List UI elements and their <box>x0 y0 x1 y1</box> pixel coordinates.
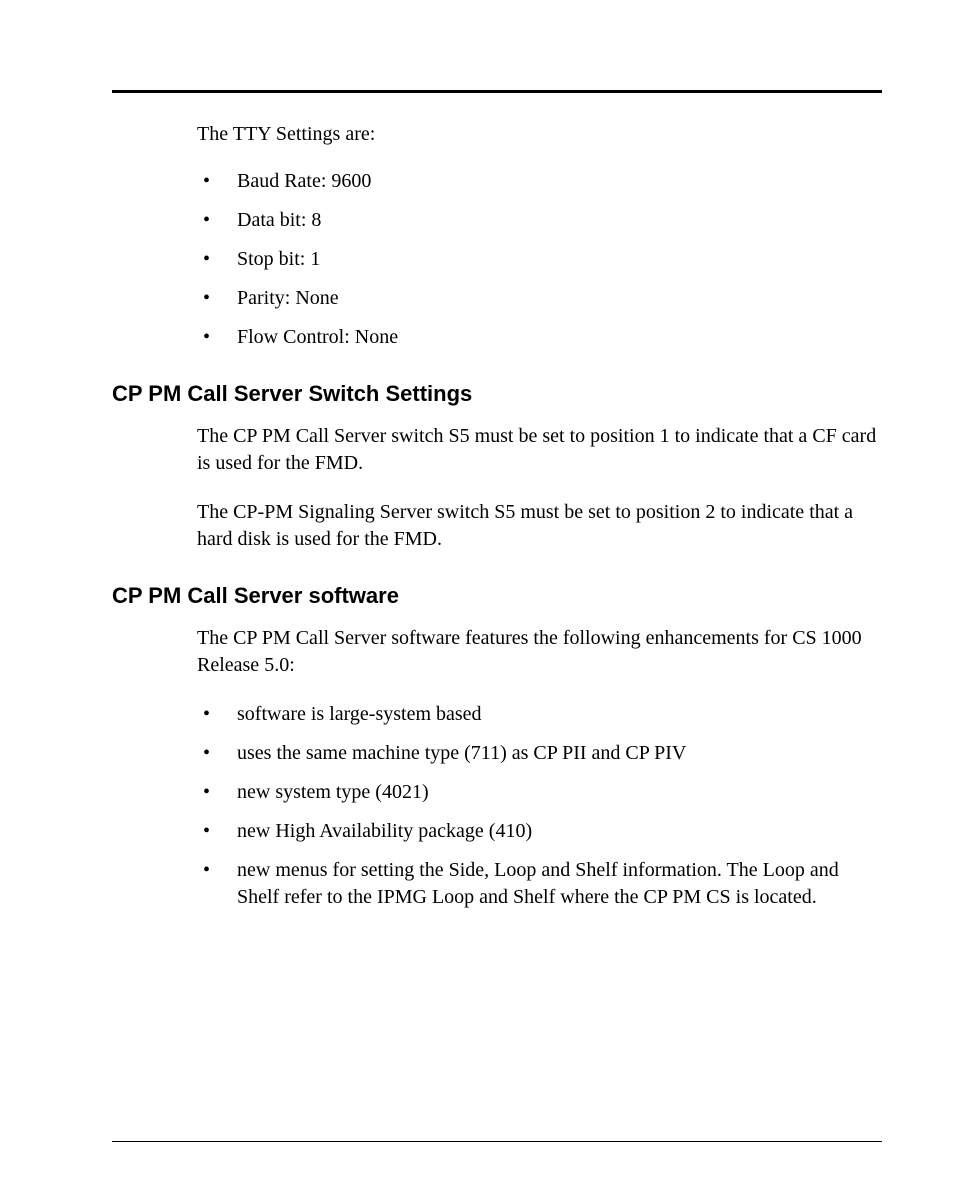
list-item: Baud Rate: 9600 <box>197 168 882 195</box>
tty-bullets: Baud Rate: 9600 Data bit: 8 Stop bit: 1 … <box>197 168 882 351</box>
list-item: Stop bit: 1 <box>197 246 882 273</box>
heading-switch-settings: CP PM Call Server Switch Settings <box>112 381 882 407</box>
list-item: new High Availability package (410) <box>197 818 882 845</box>
body-block-1: The TTY Settings are: Baud Rate: 9600 Da… <box>197 121 882 351</box>
software-bullets: software is large-system based uses the … <box>197 701 882 911</box>
body-block-3: The CP PM Call Server software features … <box>197 625 882 911</box>
tty-lead: The TTY Settings are: <box>197 121 882 148</box>
para-switch-1: The CP PM Call Server switch S5 must be … <box>197 423 882 477</box>
body-block-2: The CP PM Call Server switch S5 must be … <box>197 423 882 553</box>
list-item: uses the same machine type (711) as CP P… <box>197 740 882 767</box>
top-rule <box>112 90 882 93</box>
para-software-lead: The CP PM Call Server software features … <box>197 625 882 679</box>
list-item: new system type (4021) <box>197 779 882 806</box>
list-item: new menus for setting the Side, Loop and… <box>197 857 882 911</box>
page: The TTY Settings are: Baud Rate: 9600 Da… <box>0 0 954 1202</box>
list-item: Parity: None <box>197 285 882 312</box>
bottom-rule <box>112 1141 882 1142</box>
list-item: Data bit: 8 <box>197 207 882 234</box>
heading-software: CP PM Call Server software <box>112 583 882 609</box>
list-item: software is large-system based <box>197 701 882 728</box>
para-switch-2: The CP-PM Signaling Server switch S5 mus… <box>197 499 882 553</box>
list-item: Flow Control: None <box>197 324 882 351</box>
